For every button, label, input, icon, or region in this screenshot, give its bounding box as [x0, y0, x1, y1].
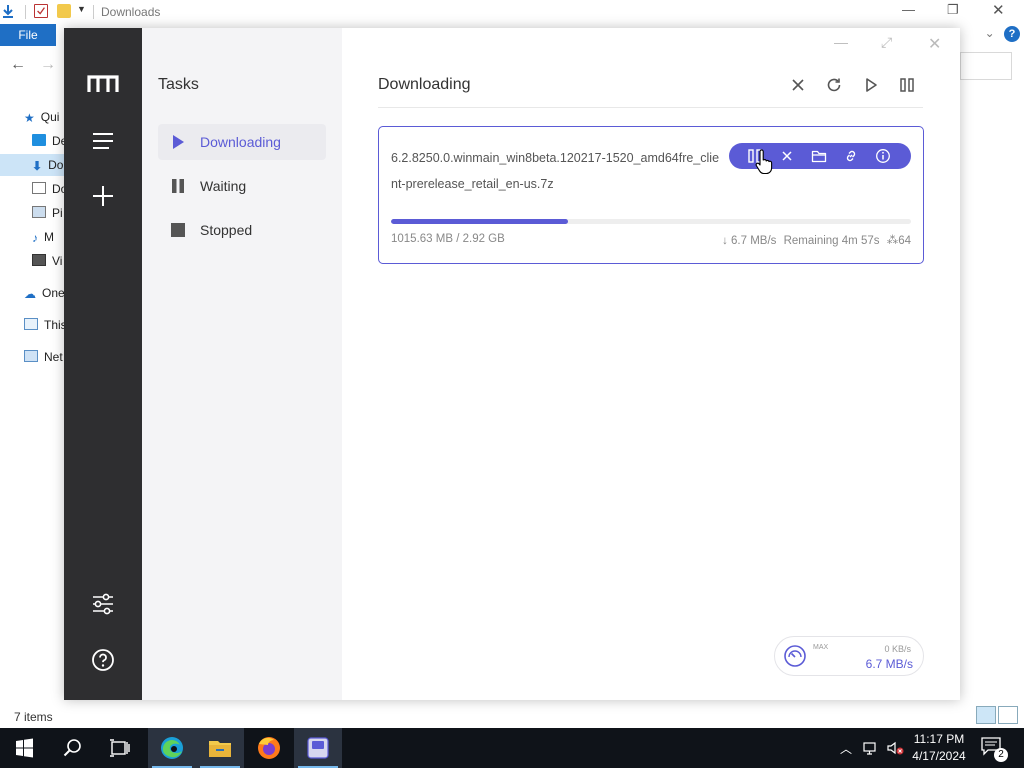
minimize-button[interactable]: —: [902, 2, 915, 17]
status-item-count: 7 items: [14, 710, 53, 724]
tab-waiting-label: Waiting: [200, 178, 247, 194]
task-size-progress: 1015.63 MB / 2.92 GB: [391, 233, 505, 245]
app-sidebar: [64, 28, 142, 700]
delete-all-icon[interactable]: [789, 76, 807, 94]
search-icon[interactable]: [48, 728, 96, 768]
speedometer[interactable]: MAX 0 KB/s 6.7 MB/s: [774, 636, 924, 676]
add-task-icon[interactable]: [88, 181, 118, 211]
view-toggle: [976, 706, 1020, 729]
tab-downloading-label: Downloading: [200, 134, 281, 150]
page-title: Downloading: [378, 76, 471, 93]
clock-date: 4/17/2024: [912, 749, 966, 763]
document-icon: [32, 182, 46, 194]
task-list-main: — ⤢ ✕ Downloading 6.2.8250.0.winmain_win…: [342, 28, 960, 700]
settings-sliders-icon[interactable]: [88, 589, 118, 619]
system-clock[interactable]: 11:17 PM 4/17/2024: [908, 731, 970, 765]
motrix-logo-icon[interactable]: [86, 72, 120, 96]
time-remaining: Remaining 4m 57s: [783, 235, 880, 247]
download-arrow-icon[interactable]: [1, 4, 15, 18]
current-download-speed: 6.7 MB/s: [865, 657, 913, 671]
action-center-button[interactable]: 2: [980, 736, 1008, 762]
pause-icon: [172, 179, 184, 193]
network-tray-icon[interactable]: [862, 740, 878, 756]
video-icon: [32, 254, 46, 266]
computer-icon: [24, 318, 38, 330]
windows-taskbar: ︿ 11:17 PM 4/17/2024 2: [0, 728, 1024, 768]
file-tab[interactable]: File: [0, 24, 56, 46]
file-explorer-icon[interactable]: [196, 728, 244, 768]
speedometer-icon: [784, 645, 806, 667]
copy-link-icon[interactable]: [843, 148, 859, 164]
task-info-icon[interactable]: [875, 148, 891, 164]
music-icon: ♪: [32, 231, 38, 245]
windows-start-icon[interactable]: [0, 728, 48, 768]
cloud-icon: ☁: [24, 287, 36, 301]
star-icon: ★: [24, 111, 35, 125]
header-divider: [378, 107, 923, 108]
pictures-icon: [32, 206, 46, 218]
properties-icon[interactable]: [34, 4, 48, 18]
forward-arrow-icon[interactable]: →: [40, 56, 56, 74]
search-box[interactable]: [960, 52, 1012, 80]
upload-speed: 0 KB/s: [884, 644, 911, 654]
download-icon: ⬇: [32, 159, 43, 173]
download-task-card[interactable]: 6.2.8250.0.winmain_win8beta.120217-1520_…: [378, 126, 924, 264]
download-speed: ↓ 6.7 MB/s: [722, 235, 777, 247]
open-folder-icon[interactable]: [811, 148, 827, 164]
play-icon: [173, 135, 184, 149]
firefox-icon[interactable]: [245, 728, 293, 768]
toolbar-separator: [93, 5, 94, 19]
show-hidden-icons-chevron-icon[interactable]: ︿: [840, 740, 852, 757]
task-categories-panel: Tasks Downloading Waiting Stopped: [142, 28, 342, 700]
nav-item-downloads[interactable]: ⬇ Do: [0, 154, 64, 176]
desktop-icon: [32, 134, 46, 146]
window-title: Downloads: [101, 5, 161, 19]
speed-max-label: MAX: [813, 644, 829, 651]
motrix-taskbar-icon[interactable]: [294, 728, 342, 768]
tasks-heading: Tasks: [158, 76, 199, 93]
clock-time: 11:17 PM: [913, 732, 965, 746]
task-file-name: 6.2.8250.0.winmain_win8beta.120217-1520_…: [391, 151, 720, 191]
tab-stopped-label: Stopped: [200, 222, 253, 238]
ribbon-right-controls: ⌄ ?: [985, 26, 1020, 42]
task-progress-bar: [391, 219, 911, 224]
task-stats: ↓ 6.7 MB/s Remaining 4m 57s ⁂64: [718, 233, 911, 247]
maximize-button[interactable]: ⤢: [881, 34, 892, 51]
help-icon[interactable]: [88, 645, 118, 675]
task-view-icon[interactable]: [96, 728, 144, 768]
connection-count: 64: [898, 235, 911, 247]
explorer-titlebar: ▼ Downloads — ❐ ✕: [0, 0, 1024, 24]
close-button[interactable]: ✕: [928, 34, 941, 54]
large-icons-view-icon[interactable]: [998, 706, 1018, 724]
back-arrow-icon[interactable]: ←: [10, 56, 26, 74]
customize-toolbar-chevron-icon[interactable]: ▼: [77, 4, 91, 18]
expand-ribbon-chevron-icon[interactable]: ⌄: [985, 26, 995, 40]
stop-icon: [171, 223, 185, 237]
help-icon[interactable]: ?: [1004, 26, 1020, 42]
resume-all-icon[interactable]: [862, 76, 880, 94]
toolbar-separator: [25, 5, 26, 19]
pause-all-icon[interactable]: [898, 76, 916, 94]
network-icon: [24, 350, 38, 362]
notification-count-badge: 2: [994, 748, 1008, 762]
tab-stopped[interactable]: Stopped: [158, 212, 326, 248]
motrix-window: Tasks Downloading Waiting Stopped — ⤢ ✕ …: [64, 28, 960, 700]
new-folder-icon[interactable]: [57, 4, 71, 18]
details-view-icon[interactable]: [976, 706, 996, 724]
hand-cursor-icon: [755, 149, 773, 175]
edge-browser-icon[interactable]: [148, 728, 196, 768]
connections-icon: ⁂: [886, 235, 899, 247]
restore-button[interactable]: ❐: [947, 2, 959, 18]
delete-task-icon[interactable]: [779, 148, 795, 164]
close-button[interactable]: ✕: [992, 1, 1005, 19]
task-progress-fill: [391, 219, 568, 224]
tab-downloading[interactable]: Downloading: [158, 124, 326, 160]
minimize-button[interactable]: —: [834, 34, 848, 50]
refresh-icon[interactable]: [825, 76, 843, 94]
tab-waiting[interactable]: Waiting: [158, 168, 326, 204]
menu-icon[interactable]: [88, 126, 118, 156]
volume-muted-icon[interactable]: [886, 740, 904, 756]
